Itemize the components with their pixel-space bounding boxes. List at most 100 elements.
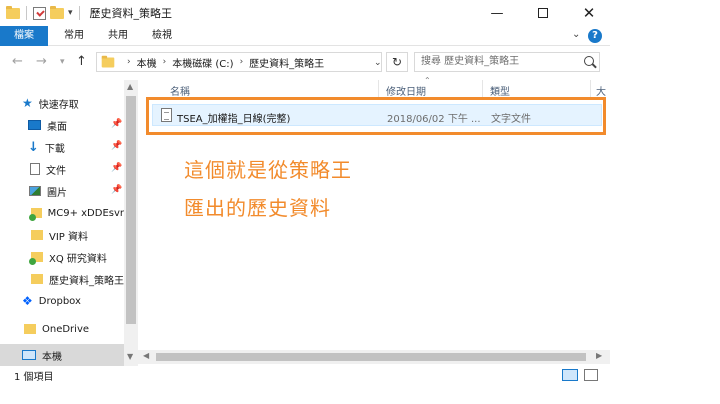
sidebar-item-label: 文件: [46, 165, 66, 177]
sidebar-item-label: 快速存取: [38, 99, 79, 111]
breadcrumb-this-pc[interactable]: 本機: [137, 55, 157, 70]
blank-margin: [610, 0, 720, 404]
annotation-highlight-box: [146, 97, 606, 135]
ribbon: 檔案 常用 共用 檢視 ⌄ ?: [0, 26, 610, 46]
item-count: 1 個項目: [14, 372, 54, 383]
this-pc-icon: [22, 350, 36, 360]
pin-icon: 📌: [111, 141, 123, 151]
annotation-text-line-1: 這個就是從策略王: [184, 158, 352, 182]
maximize-icon: [538, 8, 548, 18]
chevron-right-icon[interactable]: ›: [240, 57, 244, 67]
sidebar-item-xq[interactable]: XQ 研究資料: [0, 246, 124, 268]
refresh-button[interactable]: ↻: [386, 52, 408, 72]
forward-arrow-icon[interactable]: →: [36, 54, 47, 69]
column-divider[interactable]: [482, 80, 483, 98]
close-icon: ✕: [582, 4, 596, 22]
sidebar-item-label: 本機: [42, 351, 62, 363]
sidebar-item-label: 歷史資料_策略王: [49, 275, 124, 287]
address-bar[interactable]: › 本機 › 本機磁碟 (C:) › 歷史資料_策略王: [96, 52, 382, 72]
scrollbar-thumb[interactable]: [126, 96, 136, 324]
minimize-button[interactable]: —: [474, 0, 520, 26]
folder-icon: [101, 55, 115, 67]
folder-icon: [29, 252, 43, 265]
dropbox-icon: ❖: [22, 294, 33, 308]
new-folder-icon[interactable]: [50, 5, 64, 19]
pictures-icon: [29, 186, 41, 196]
recent-locations-icon[interactable]: ▾: [60, 57, 65, 67]
pin-icon: 📌: [111, 119, 123, 129]
sidebar-item-label: OneDrive: [42, 323, 90, 335]
folder-icon: [29, 208, 42, 221]
help-icon[interactable]: ?: [588, 29, 602, 43]
sidebar-item-quick-access[interactable]: ★ 快速存取: [0, 92, 124, 114]
sidebar-item-onedrive[interactable]: OneDrive: [0, 318, 124, 340]
title-bar: ▾ 歷史資料_策略王 — ✕: [0, 0, 610, 26]
tab-view[interactable]: 檢視: [144, 26, 180, 46]
sidebar-item-mc9[interactable]: MC9+ xDDEsvr: [0, 202, 124, 224]
pin-icon: 📌: [111, 163, 123, 173]
sidebar-item-this-pc[interactable]: 本機: [0, 344, 124, 366]
sidebar-item-label: Dropbox: [38, 295, 81, 307]
sidebar-item-label: VIP 資料: [49, 231, 88, 243]
status-bar: 1 個項目: [0, 366, 610, 384]
divider: [78, 6, 80, 20]
details-view-icon[interactable]: [562, 369, 578, 381]
column-divider[interactable]: [590, 80, 591, 98]
scroll-down-icon[interactable]: ▼: [127, 352, 133, 361]
onedrive-icon: [24, 324, 36, 334]
sidebar-item-label: 下載: [44, 143, 65, 155]
customize-toolbar-dropdown-icon[interactable]: ▾: [68, 8, 73, 18]
quick-access-toolbar: ▾: [0, 0, 82, 26]
tab-home[interactable]: 常用: [56, 26, 92, 46]
sidebar-item-vip[interactable]: VIP 資料: [0, 224, 124, 246]
column-header-size[interactable]: 大: [596, 83, 606, 98]
sidebar-item-label: MC9+ xDDEsvr: [47, 207, 124, 219]
column-divider[interactable]: [378, 80, 379, 98]
tab-file[interactable]: 檔案: [0, 26, 48, 46]
pin-icon: 📌: [111, 185, 123, 195]
scroll-right-icon[interactable]: ▶: [596, 351, 602, 360]
maximize-button[interactable]: [520, 0, 566, 26]
chevron-right-icon[interactable]: ›: [163, 57, 167, 67]
folder-icon: [31, 274, 43, 284]
sidebar-item-documents[interactable]: 文件 📌: [0, 158, 124, 180]
back-arrow-icon[interactable]: ←: [12, 54, 23, 69]
sidebar-item-dropbox[interactable]: ❖ Dropbox: [0, 290, 124, 312]
sidebar-item-label: 桌面: [47, 121, 67, 133]
column-header-name[interactable]: 名稱: [170, 83, 190, 98]
sidebar-item-downloads[interactable]: ↓ 下載 📌: [0, 136, 124, 158]
sidebar-item-desktop[interactable]: 桌面 📌: [0, 114, 124, 136]
search-icon: [584, 56, 594, 66]
scroll-up-icon[interactable]: ▲: [127, 82, 133, 91]
close-button[interactable]: ✕: [566, 0, 612, 26]
expand-ribbon-icon[interactable]: ⌄: [572, 29, 580, 40]
column-headers: ⌃ 名稱 修改日期 類型 大: [144, 76, 610, 98]
tab-share[interactable]: 共用: [100, 26, 136, 46]
sidebar-item-history-data[interactable]: 歷史資料_策略王: [0, 268, 124, 290]
search-placeholder: 搜尋 歷史資料_策略王: [421, 56, 520, 67]
scrollbar-thumb[interactable]: [156, 353, 586, 361]
documents-icon: [30, 163, 40, 175]
column-header-modified[interactable]: 修改日期: [386, 83, 426, 98]
column-header-type[interactable]: 類型: [490, 83, 510, 98]
large-icons-view-icon[interactable]: [584, 369, 598, 381]
horizontal-scrollbar[interactable]: ◀ ▶: [138, 350, 610, 364]
scroll-left-icon[interactable]: ◀: [143, 351, 149, 360]
sidebar-scrollbar[interactable]: ▲ ▼: [124, 80, 138, 366]
sync-check-icon: [29, 258, 36, 265]
search-input[interactable]: 搜尋 歷史資料_策略王: [414, 52, 600, 72]
sidebar-item-label: 圖片: [47, 187, 67, 199]
properties-icon[interactable]: [33, 6, 46, 20]
refresh-icon: ↻: [391, 55, 403, 69]
up-arrow-icon[interactable]: ↑: [76, 54, 87, 69]
sidebar-item-label: XQ 研究資料: [49, 253, 107, 265]
navigation-pane: ★ 快速存取 桌面 📌 ↓ 下載 📌 文件 📌 圖片 📌 MC9+ xDDEsv…: [0, 84, 124, 366]
chevron-right-icon[interactable]: ›: [127, 57, 131, 67]
sidebar-item-pictures[interactable]: 圖片 📌: [0, 180, 124, 202]
star-icon: ★: [22, 96, 33, 110]
breadcrumb-local-disk[interactable]: 本機磁碟 (C:): [172, 55, 233, 70]
address-dropdown-icon[interactable]: ⌄: [374, 58, 382, 68]
breadcrumb-current-folder[interactable]: 歷史資料_策略王: [249, 55, 324, 70]
folder-icon: [31, 230, 43, 240]
annotation-text-line-2: 匯出的歷史資料: [184, 196, 331, 220]
